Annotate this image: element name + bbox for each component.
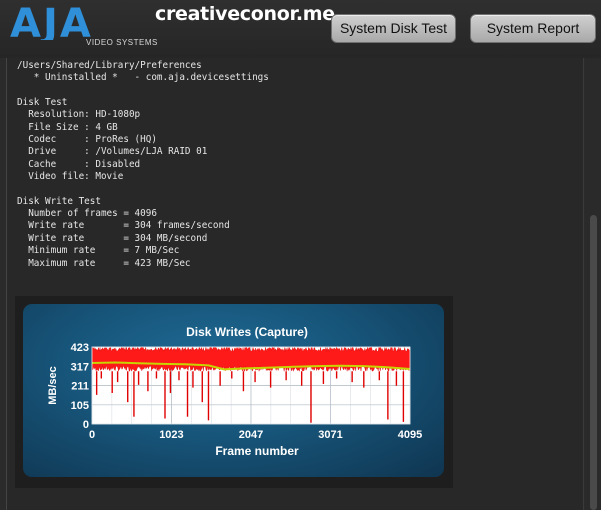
report-line: Write rate = 304 MB/second bbox=[17, 232, 208, 244]
aja-logo-text: AJA bbox=[10, 4, 93, 40]
aja-logo-subtext: VIDEO SYSTEMS bbox=[86, 38, 158, 47]
report-line bbox=[17, 183, 269, 195]
y-tick-label: 211 bbox=[71, 381, 89, 393]
system-disk-test-button[interactable]: System Disk Test bbox=[331, 14, 456, 43]
report-line: Maximum rate = 423 MB/Sec bbox=[17, 257, 191, 269]
report-line: File Size : 4 GB bbox=[17, 121, 118, 133]
report-line: Minimum rate = 7 MB/Sec bbox=[17, 245, 180, 257]
report-line: Codec : ProRes (HQ) bbox=[17, 134, 157, 146]
x-tick-label: 4095 bbox=[398, 429, 422, 441]
aja-logo: AJA bbox=[10, 4, 93, 40]
y-tick-label: 423 bbox=[71, 342, 89, 354]
x-tick-label: 1023 bbox=[159, 429, 183, 441]
report-line: Disk Test bbox=[17, 97, 68, 109]
watermark-text: creativeconor.me bbox=[155, 3, 335, 25]
chart-canvas: Disk Writes (Capture)42331721110500 1023 2… bbox=[47, 325, 422, 458]
report-line: Cache : Disabled bbox=[17, 158, 141, 170]
report-line: Resolution: HD-1080p bbox=[17, 109, 141, 121]
disk-writes-chart: Disk Writes (Capture) 423 317 211 105 0 0 1023 2… bbox=[23, 304, 444, 477]
report-line: Write rate = 304 frames/second bbox=[17, 220, 230, 232]
report-line: Disk Write Test bbox=[17, 195, 101, 207]
report-line bbox=[17, 85, 269, 97]
app-header: AJA VIDEO SYSTEMS creativeconor.me Syste… bbox=[0, 0, 601, 58]
report-log: /Users/Shared/Library/Preferences * Unin… bbox=[17, 60, 269, 270]
x-axis-label: Frame number bbox=[215, 444, 299, 458]
report-line: Number of frames = 4096 bbox=[17, 208, 157, 220]
scrollbar-thumb[interactable] bbox=[590, 215, 597, 510]
y-tick-label: 317 bbox=[71, 361, 89, 373]
chart-title: Disk Writes (Capture) bbox=[186, 325, 308, 339]
report-line: Drive : /Volumes/LJA RAID 01 bbox=[17, 146, 208, 158]
x-tick-label: 2047 bbox=[239, 429, 263, 441]
x-tick-label: 3071 bbox=[318, 429, 342, 441]
system-report-button[interactable]: System Report bbox=[470, 14, 596, 43]
report-line: * Uninstalled * - com.aja.devicesettings bbox=[17, 72, 269, 84]
x-tick-label: 0 bbox=[89, 429, 95, 441]
y-axis-label: MB/sec bbox=[47, 366, 59, 405]
report-line: Video file: Movie bbox=[17, 171, 124, 183]
y-tick-label: 105 bbox=[71, 400, 89, 412]
report-line: /Users/Shared/Library/Preferences bbox=[17, 60, 202, 71]
